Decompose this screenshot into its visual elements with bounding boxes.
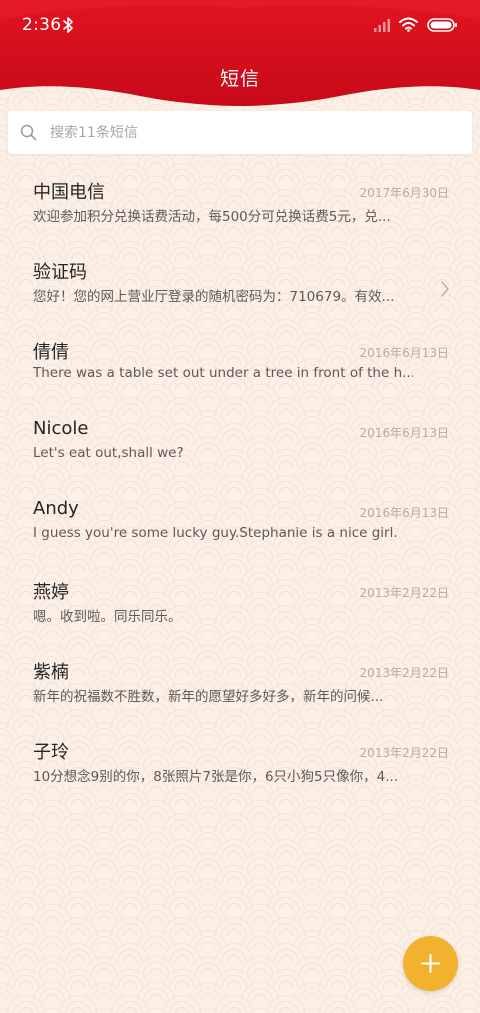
conversation-item[interactable]: Nicole 2016年6月13日 Let's eat out,shall we… — [0, 410, 480, 490]
conversation-preview: 欢迎参加积分兑换话费活动，每500分可兑换话费5元，兑... — [33, 209, 391, 225]
conversation-name: 紫楠 — [33, 662, 69, 683]
search-icon — [20, 124, 37, 141]
conversation-item[interactable]: 倩倩 2016年6月13日 There was a table set out … — [0, 330, 480, 410]
conversation-date: 2013年2月22日 — [359, 666, 449, 680]
conversation-item[interactable]: 中国电信 2017年6月30日 欢迎参加积分兑换话费活动，每500分可兑换话费5… — [0, 170, 480, 250]
conversation-date: 2016年6月13日 — [359, 426, 449, 440]
conversation-date: 2013年2月22日 — [359, 586, 449, 600]
search-input[interactable] — [50, 111, 460, 154]
status-time: 2:36 — [22, 15, 62, 35]
page-title: 短信 — [219, 68, 260, 90]
conversation-name: 验证码 — [33, 262, 87, 283]
new-message-button[interactable] — [403, 936, 458, 991]
conversation-name: 燕婷 — [33, 582, 69, 603]
conversation-preview: 嗯。收到啦。同乐同乐。 — [33, 609, 182, 625]
conversation-name: 子玲 — [33, 742, 69, 763]
conversation-item[interactable]: 子玲 2013年2月22日 10分想念9别的你，8张照片7张是你，6只小狗5只像… — [0, 730, 480, 810]
conversation-preview: 10分想念9别的你，8张照片7张是你，6只小狗5只像你，4... — [33, 769, 399, 785]
conversation-item[interactable]: Andy 2016年6月13日 I guess you're some luck… — [0, 490, 480, 570]
conversation-item[interactable]: 紫楠 2013年2月22日 新年的祝福数不胜数，新年的愿望好多好多，新年的问候.… — [0, 650, 480, 730]
bluetooth-icon — [63, 17, 73, 33]
conversation-preview: Let's eat out,shall we? — [33, 445, 184, 461]
status-bar: 2:36 — [0, 0, 480, 52]
search-bar[interactable] — [8, 111, 472, 154]
conversation-preview: I guess you're some lucky guy.Stephanie … — [33, 525, 398, 541]
app-header: 2:36 短信 — [0, 0, 480, 120]
conversation-date: 2016年6月13日 — [359, 506, 449, 520]
conversation-item[interactable]: 验证码 您好！您的网上营业厅登录的随机密码为：710679。有效... — [0, 250, 480, 330]
battery-icon — [427, 18, 457, 32]
conversation-date: 2017年6月30日 — [359, 186, 449, 200]
plus-icon — [421, 954, 440, 973]
conversation-name: 中国电信 — [33, 182, 105, 203]
conversation-item[interactable]: 燕婷 2013年2月22日 嗯。收到啦。同乐同乐。 — [0, 570, 480, 650]
conversation-name: Nicole — [33, 418, 89, 439]
signal-icon — [374, 19, 390, 32]
wifi-icon — [399, 17, 418, 32]
conversation-preview: 您好！您的网上营业厅登录的随机密码为：710679。有效... — [33, 289, 395, 305]
conversation-date: 2013年2月22日 — [359, 746, 449, 760]
conversation-name: 倩倩 — [33, 342, 69, 363]
conversation-date: 2016年6月13日 — [359, 346, 449, 360]
conversation-name: Andy — [33, 498, 79, 519]
chevron-right-icon[interactable] — [440, 280, 450, 298]
conversation-preview: There was a table set out under a tree i… — [33, 365, 413, 381]
conversation-preview: 新年的祝福数不胜数，新年的愿望好多好多，新年的问候... — [33, 689, 384, 705]
